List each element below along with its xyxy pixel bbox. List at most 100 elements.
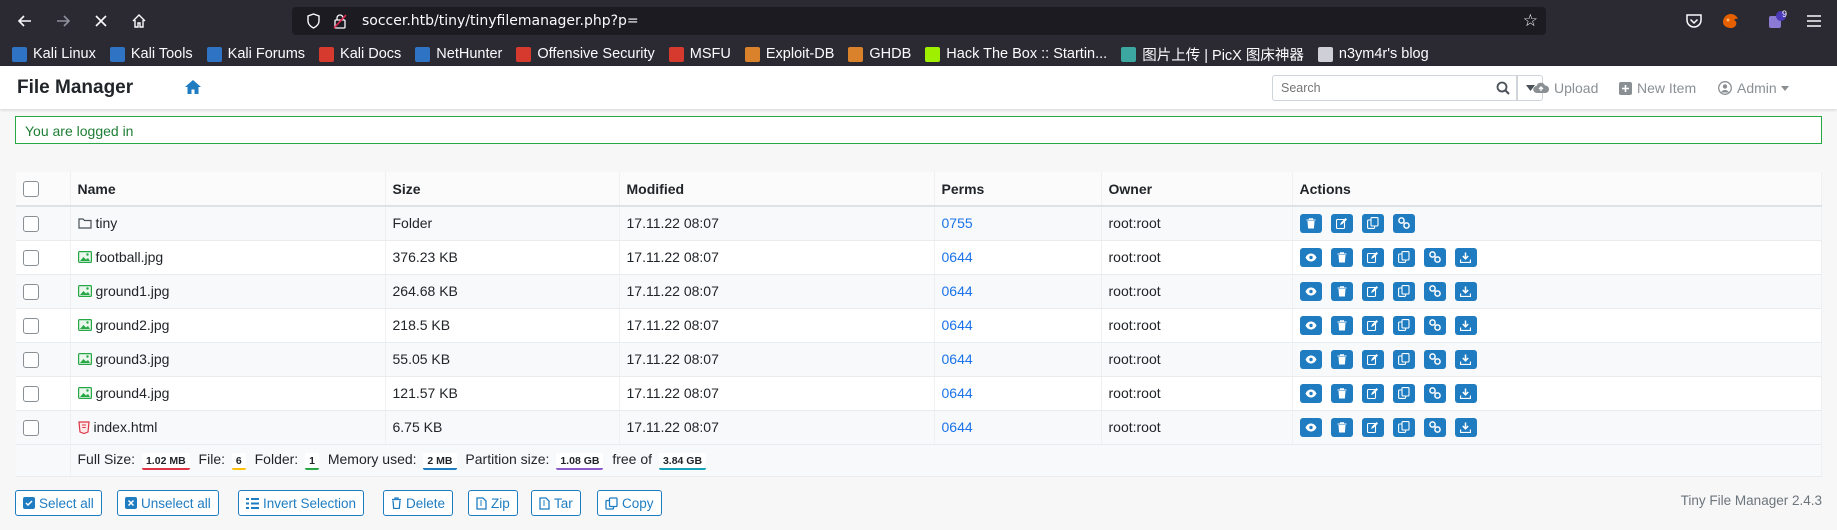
link-icon[interactable] xyxy=(1423,417,1446,437)
edit-icon[interactable] xyxy=(1361,281,1384,301)
file-perms-link[interactable]: 0644 xyxy=(942,419,973,435)
view-icon[interactable] xyxy=(1299,417,1322,437)
view-icon[interactable] xyxy=(1299,349,1322,369)
table-row[interactable]: index.html 6.75 KB 17.11.22 08:07 0644 root:… xyxy=(16,410,1822,445)
table-row[interactable]: ground3.jpg 55.05 KB 17.11.22 08:07 0644 roo… xyxy=(16,342,1822,377)
header-name[interactable]: Name xyxy=(70,172,386,207)
copy-icon[interactable] xyxy=(1392,349,1415,369)
unselect-all-button[interactable]: Unselect all xyxy=(117,490,219,516)
search-icon[interactable] xyxy=(1490,75,1517,101)
row-checkbox[interactable] xyxy=(23,283,39,300)
bookmark-item[interactable]: GHDB xyxy=(848,46,911,62)
copy-icon[interactable] xyxy=(1392,383,1415,403)
file-name-cell[interactable]: ground3.jpg xyxy=(70,342,386,377)
admin-menu[interactable]: Admin xyxy=(1718,80,1789,96)
file-name[interactable]: ground1.jpg xyxy=(96,283,170,299)
bookmark-item[interactable]: Hack The Box :: Startin... xyxy=(925,46,1107,62)
copy-button[interactable]: Copy xyxy=(597,490,662,516)
upload-link[interactable]: Upload xyxy=(1533,80,1598,96)
link-icon[interactable] xyxy=(1423,383,1446,403)
row-select-cell[interactable] xyxy=(16,240,71,275)
file-name[interactable]: ground2.jpg xyxy=(96,317,170,333)
link-icon[interactable] xyxy=(1423,315,1446,335)
home-icon[interactable] xyxy=(184,79,202,95)
edit-icon[interactable] xyxy=(1361,417,1384,437)
link-icon[interactable] xyxy=(1423,247,1446,267)
edit-icon[interactable] xyxy=(1330,213,1353,233)
bookmark-item[interactable]: NetHunter xyxy=(415,46,502,62)
file-name[interactable]: index.html xyxy=(94,419,158,435)
row-checkbox[interactable] xyxy=(23,385,39,402)
insecure-lock-icon[interactable] xyxy=(332,12,348,30)
download-icon[interactable] xyxy=(1454,383,1477,403)
file-perms-link[interactable]: 0644 xyxy=(942,283,973,299)
trash-icon[interactable] xyxy=(1330,383,1353,403)
table-row[interactable]: ground2.jpg 218.5 KB 17.11.22 08:07 0644 roo… xyxy=(16,308,1822,343)
header-perms[interactable]: Perms xyxy=(934,172,1102,207)
trash-icon[interactable] xyxy=(1330,247,1353,267)
download-icon[interactable] xyxy=(1454,247,1477,267)
file-name[interactable]: ground3.jpg xyxy=(96,351,170,367)
menu-icon[interactable] xyxy=(1803,10,1825,32)
row-checkbox[interactable] xyxy=(23,351,39,368)
row-select-cell[interactable] xyxy=(16,410,71,445)
row-checkbox[interactable] xyxy=(23,215,39,232)
copy-icon[interactable] xyxy=(1361,213,1384,233)
file-name-cell[interactable]: index.html xyxy=(70,410,386,445)
bookmark-item[interactable]: Kali Forums xyxy=(206,46,305,62)
row-select-cell[interactable] xyxy=(16,308,71,343)
edit-icon[interactable] xyxy=(1361,383,1384,403)
table-row[interactable]: ground4.jpg 121.57 KB 17.11.22 08:07 0644 ro… xyxy=(16,376,1822,411)
bookmark-item[interactable]: 图片上传 | PicX 图床神器 xyxy=(1121,44,1304,65)
stop-icon[interactable] xyxy=(88,8,114,34)
row-select-cell[interactable] xyxy=(16,342,71,377)
shield-icon[interactable] xyxy=(304,12,322,30)
bookmark-item[interactable]: Kali Linux xyxy=(12,46,96,62)
download-icon[interactable] xyxy=(1454,349,1477,369)
search-input[interactable] xyxy=(1272,75,1490,101)
row-select-cell[interactable] xyxy=(16,206,71,241)
view-icon[interactable] xyxy=(1299,315,1322,335)
edit-icon[interactable] xyxy=(1361,247,1384,267)
back-icon[interactable] xyxy=(12,8,38,34)
pocket-icon[interactable] xyxy=(1683,10,1705,32)
copy-icon[interactable] xyxy=(1392,281,1415,301)
file-name[interactable]: tiny xyxy=(96,215,118,231)
file-name-cell[interactable]: football.jpg xyxy=(70,240,386,275)
edit-icon[interactable] xyxy=(1361,349,1384,369)
home-browser-icon[interactable] xyxy=(126,8,152,34)
bookmark-item[interactable]: Exploit-DB xyxy=(744,46,834,62)
view-icon[interactable] xyxy=(1299,281,1322,301)
tar-button[interactable]: Tar xyxy=(531,490,581,516)
brand-title[interactable]: File Manager xyxy=(17,77,133,99)
bookmark-item[interactable]: Offensive Security xyxy=(516,46,655,62)
row-select-cell[interactable] xyxy=(16,376,71,411)
file-name-cell[interactable]: ground1.jpg xyxy=(70,274,386,309)
row-checkbox[interactable] xyxy=(23,317,39,334)
header-modified[interactable]: Modified xyxy=(619,172,935,207)
download-icon[interactable] xyxy=(1454,315,1477,335)
copy-icon[interactable] xyxy=(1392,315,1415,335)
table-row[interactable]: tiny Folder 17.11.22 08:07 0755 root:root xyxy=(16,206,1822,241)
file-name-cell[interactable]: ground2.jpg xyxy=(70,308,386,343)
address-bar[interactable]: soccer.htb/tiny/tinyfilemanager.php?p= ☆ xyxy=(292,7,1546,35)
download-icon[interactable] xyxy=(1454,417,1477,437)
download-icon[interactable] xyxy=(1454,281,1477,301)
file-perms-link[interactable]: 0644 xyxy=(942,317,973,333)
trash-icon[interactable] xyxy=(1330,315,1353,335)
file-name-cell[interactable]: ground4.jpg xyxy=(70,376,386,411)
extensions-icon[interactable]: 9 xyxy=(1765,9,1787,32)
bookmark-item[interactable]: MSFU xyxy=(668,46,731,62)
bookmark-item[interactable]: Kali Tools xyxy=(109,46,193,62)
file-name[interactable]: ground4.jpg xyxy=(96,385,170,401)
file-perms-link[interactable]: 0755 xyxy=(942,215,973,231)
trash-icon[interactable] xyxy=(1299,213,1322,233)
row-select-cell[interactable] xyxy=(16,274,71,309)
link-icon[interactable] xyxy=(1423,349,1446,369)
row-checkbox[interactable] xyxy=(23,419,39,436)
edit-icon[interactable] xyxy=(1361,315,1384,335)
zip-button[interactable]: Zip xyxy=(468,490,518,516)
file-perms-link[interactable]: 0644 xyxy=(942,351,973,367)
link-icon[interactable] xyxy=(1392,213,1415,233)
file-perms-link[interactable]: 0644 xyxy=(942,385,973,401)
